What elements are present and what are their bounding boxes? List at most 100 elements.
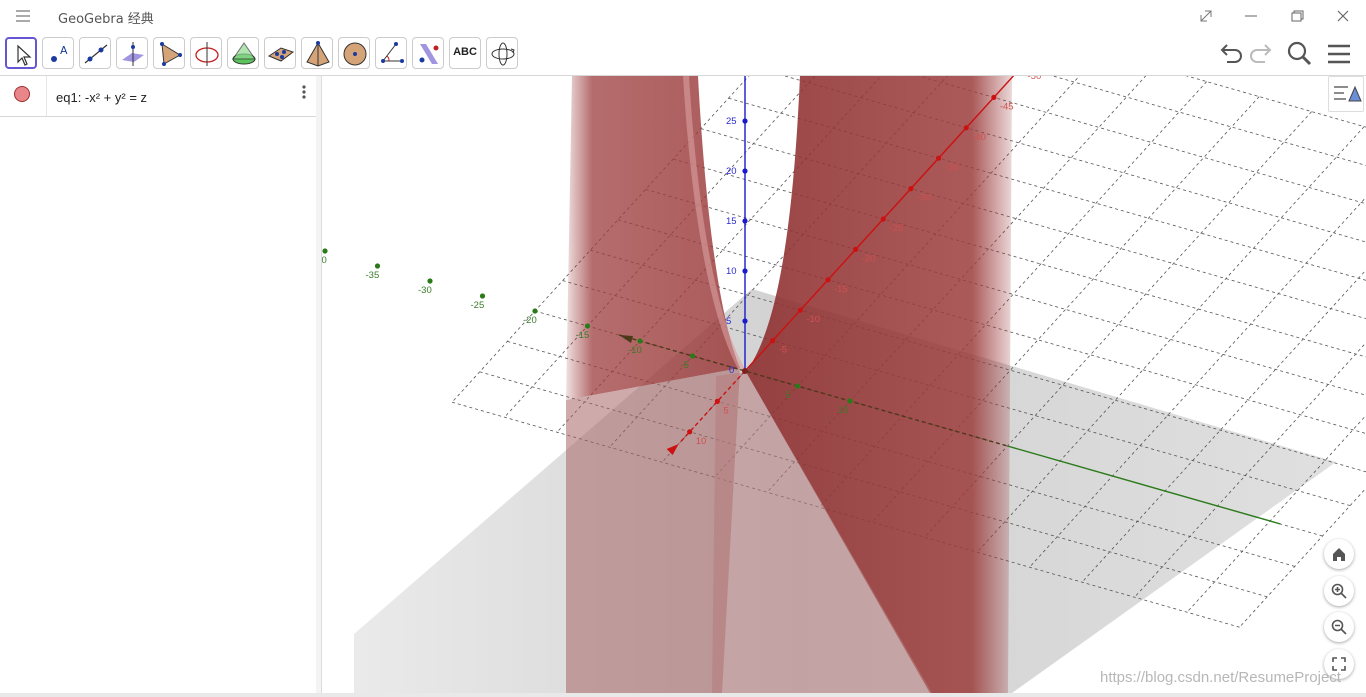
bottom-bar [0,693,1366,697]
y-axis-tick [374,263,381,269]
intersect-surfaces-tool[interactable] [227,37,259,69]
search-icon [1287,41,1312,66]
z-axis-tick [742,118,748,124]
angle-icon [381,42,404,63]
toolbar: A ABC [0,32,1366,76]
z-axis-tick-label: 20 [726,166,737,177]
perpendicular-tool[interactable] [116,37,148,69]
x-axis-tick-label: 5 [723,405,728,416]
y-axis-tick [322,248,328,254]
line-tool[interactable] [79,37,111,69]
style-bar-icon [1334,85,1362,102]
visibility-toggle[interactable] [14,86,30,102]
surface-left-sheet [566,76,740,400]
home-button[interactable] [1324,539,1354,569]
close-icon [1337,10,1349,22]
y-axis-tick [847,398,853,404]
minimize-icon [1245,15,1257,17]
circle-axis-tool[interactable] [190,37,222,69]
x-axis-tick-label: -30 [917,193,931,204]
y-axis-tick-label: -20 [523,315,537,326]
close-button[interactable] [1323,4,1363,28]
x-axis-tick-label: -10 [806,314,820,325]
divider [46,76,47,116]
expand-icon [1200,10,1212,22]
cone-icon [232,42,256,65]
minimize-button[interactable] [1231,4,1271,28]
reflect-plane-tool[interactable] [412,37,444,69]
z-axis-tick [742,318,748,324]
main-menu-button[interactable] [1323,38,1355,70]
x-axis-tick-label: -40 [972,132,986,143]
perpendicular-plane-icon [122,42,144,66]
y-axis-tick-label: -10 [628,345,642,356]
equation-label: eq1: -x² + y² = z [56,90,148,105]
y-axis-tick [689,353,696,359]
x-axis-tick-label: -45 [1000,101,1014,112]
x-axis-tick [714,398,720,404]
y-axis-tick [479,293,486,299]
sphere-tool[interactable] [338,37,370,69]
rotate-view-tool[interactable] [486,37,518,69]
polygon-tool[interactable] [153,37,185,69]
y-axis-tick [532,308,538,314]
zoom-in-icon [1331,583,1347,599]
move-tool[interactable] [5,37,37,69]
point-A-icon: A [51,44,68,62]
angle-tool[interactable] [375,37,407,69]
x-axis-tick [797,307,803,313]
y-axis-tick [427,278,433,284]
algebra-item[interactable]: eq1: -x² + y² = z [0,76,316,117]
watermark: https://blog.csdn.net/ResumeProject [1100,669,1341,686]
undo-button[interactable] [1214,38,1246,70]
x-axis-tick [880,216,886,222]
z-axis-tick-label: 5 [726,316,731,327]
hamburger-menu-icon[interactable] [14,8,32,24]
x-axis-tick-label: -50 [1028,76,1042,82]
title-bar: GeoGebra 经典 [0,0,1366,32]
z-axis-tick-label: 25 [726,116,737,127]
z-axis-tick-label: 10 [726,266,737,277]
menu-icon [1328,44,1350,64]
text-tool[interactable]: ABC [449,37,481,69]
origin-label: 0 [729,365,734,376]
y-axis-tick-label: -30 [418,285,432,296]
arrow-cursor-icon [17,44,32,66]
more-options-icon[interactable] [296,82,312,102]
y-axis-tick-label: 10 [838,405,849,416]
z-axis-tick-label: 15 [726,216,737,227]
x-axis-tick [908,186,914,192]
fullscreen-button[interactable] [1186,4,1226,28]
pyramid-tool[interactable] [301,37,333,69]
restore-button[interactable] [1277,4,1317,28]
style-bar-toggle[interactable] [1328,76,1364,112]
graphics-3d-view[interactable]: -50 -45 -40 -35 -30 -25 -20 -15 -10 -5 5 10 -10 -5 5 10… [322,76,1366,693]
x-axis-tick [991,94,997,100]
z-axis-tick [742,268,748,274]
plane-points-tool[interactable] [264,37,296,69]
redo-icon [1250,44,1272,63]
x-axis-tick [687,429,693,435]
point-tool[interactable]: A [42,37,74,69]
reflect-plane-icon [419,44,439,64]
x-axis-tick [853,246,859,252]
x-axis-tick [935,155,942,161]
x-axis-tick-label: -5 [779,345,787,356]
polygon-icon [160,42,182,66]
y-axis-tick [637,338,643,344]
z-axis-tick [742,218,748,224]
search-button[interactable] [1284,38,1316,70]
x-axis-tick-label: -25 [889,223,903,234]
y-axis-tick-label: -15 [576,330,590,341]
y-axis-tick [584,323,591,329]
x-axis-tick-label: 10 [696,436,707,447]
zoom-in-button[interactable] [1324,576,1354,606]
redo-button[interactable] [1246,38,1278,70]
undo-icon [1220,44,1242,63]
y-axis-tick-label: -35 [366,270,380,281]
y-axis-tick-label: 5 [786,390,791,401]
circle-axis-icon [195,42,219,66]
svg-text:A: A [60,44,68,57]
zoom-out-button[interactable] [1324,612,1354,642]
3d-scene[interactable]: -50 -45 -40 -35 -30 -25 -20 -15 -10 -5 5 10 -10 -5 5 10… [322,76,1366,693]
